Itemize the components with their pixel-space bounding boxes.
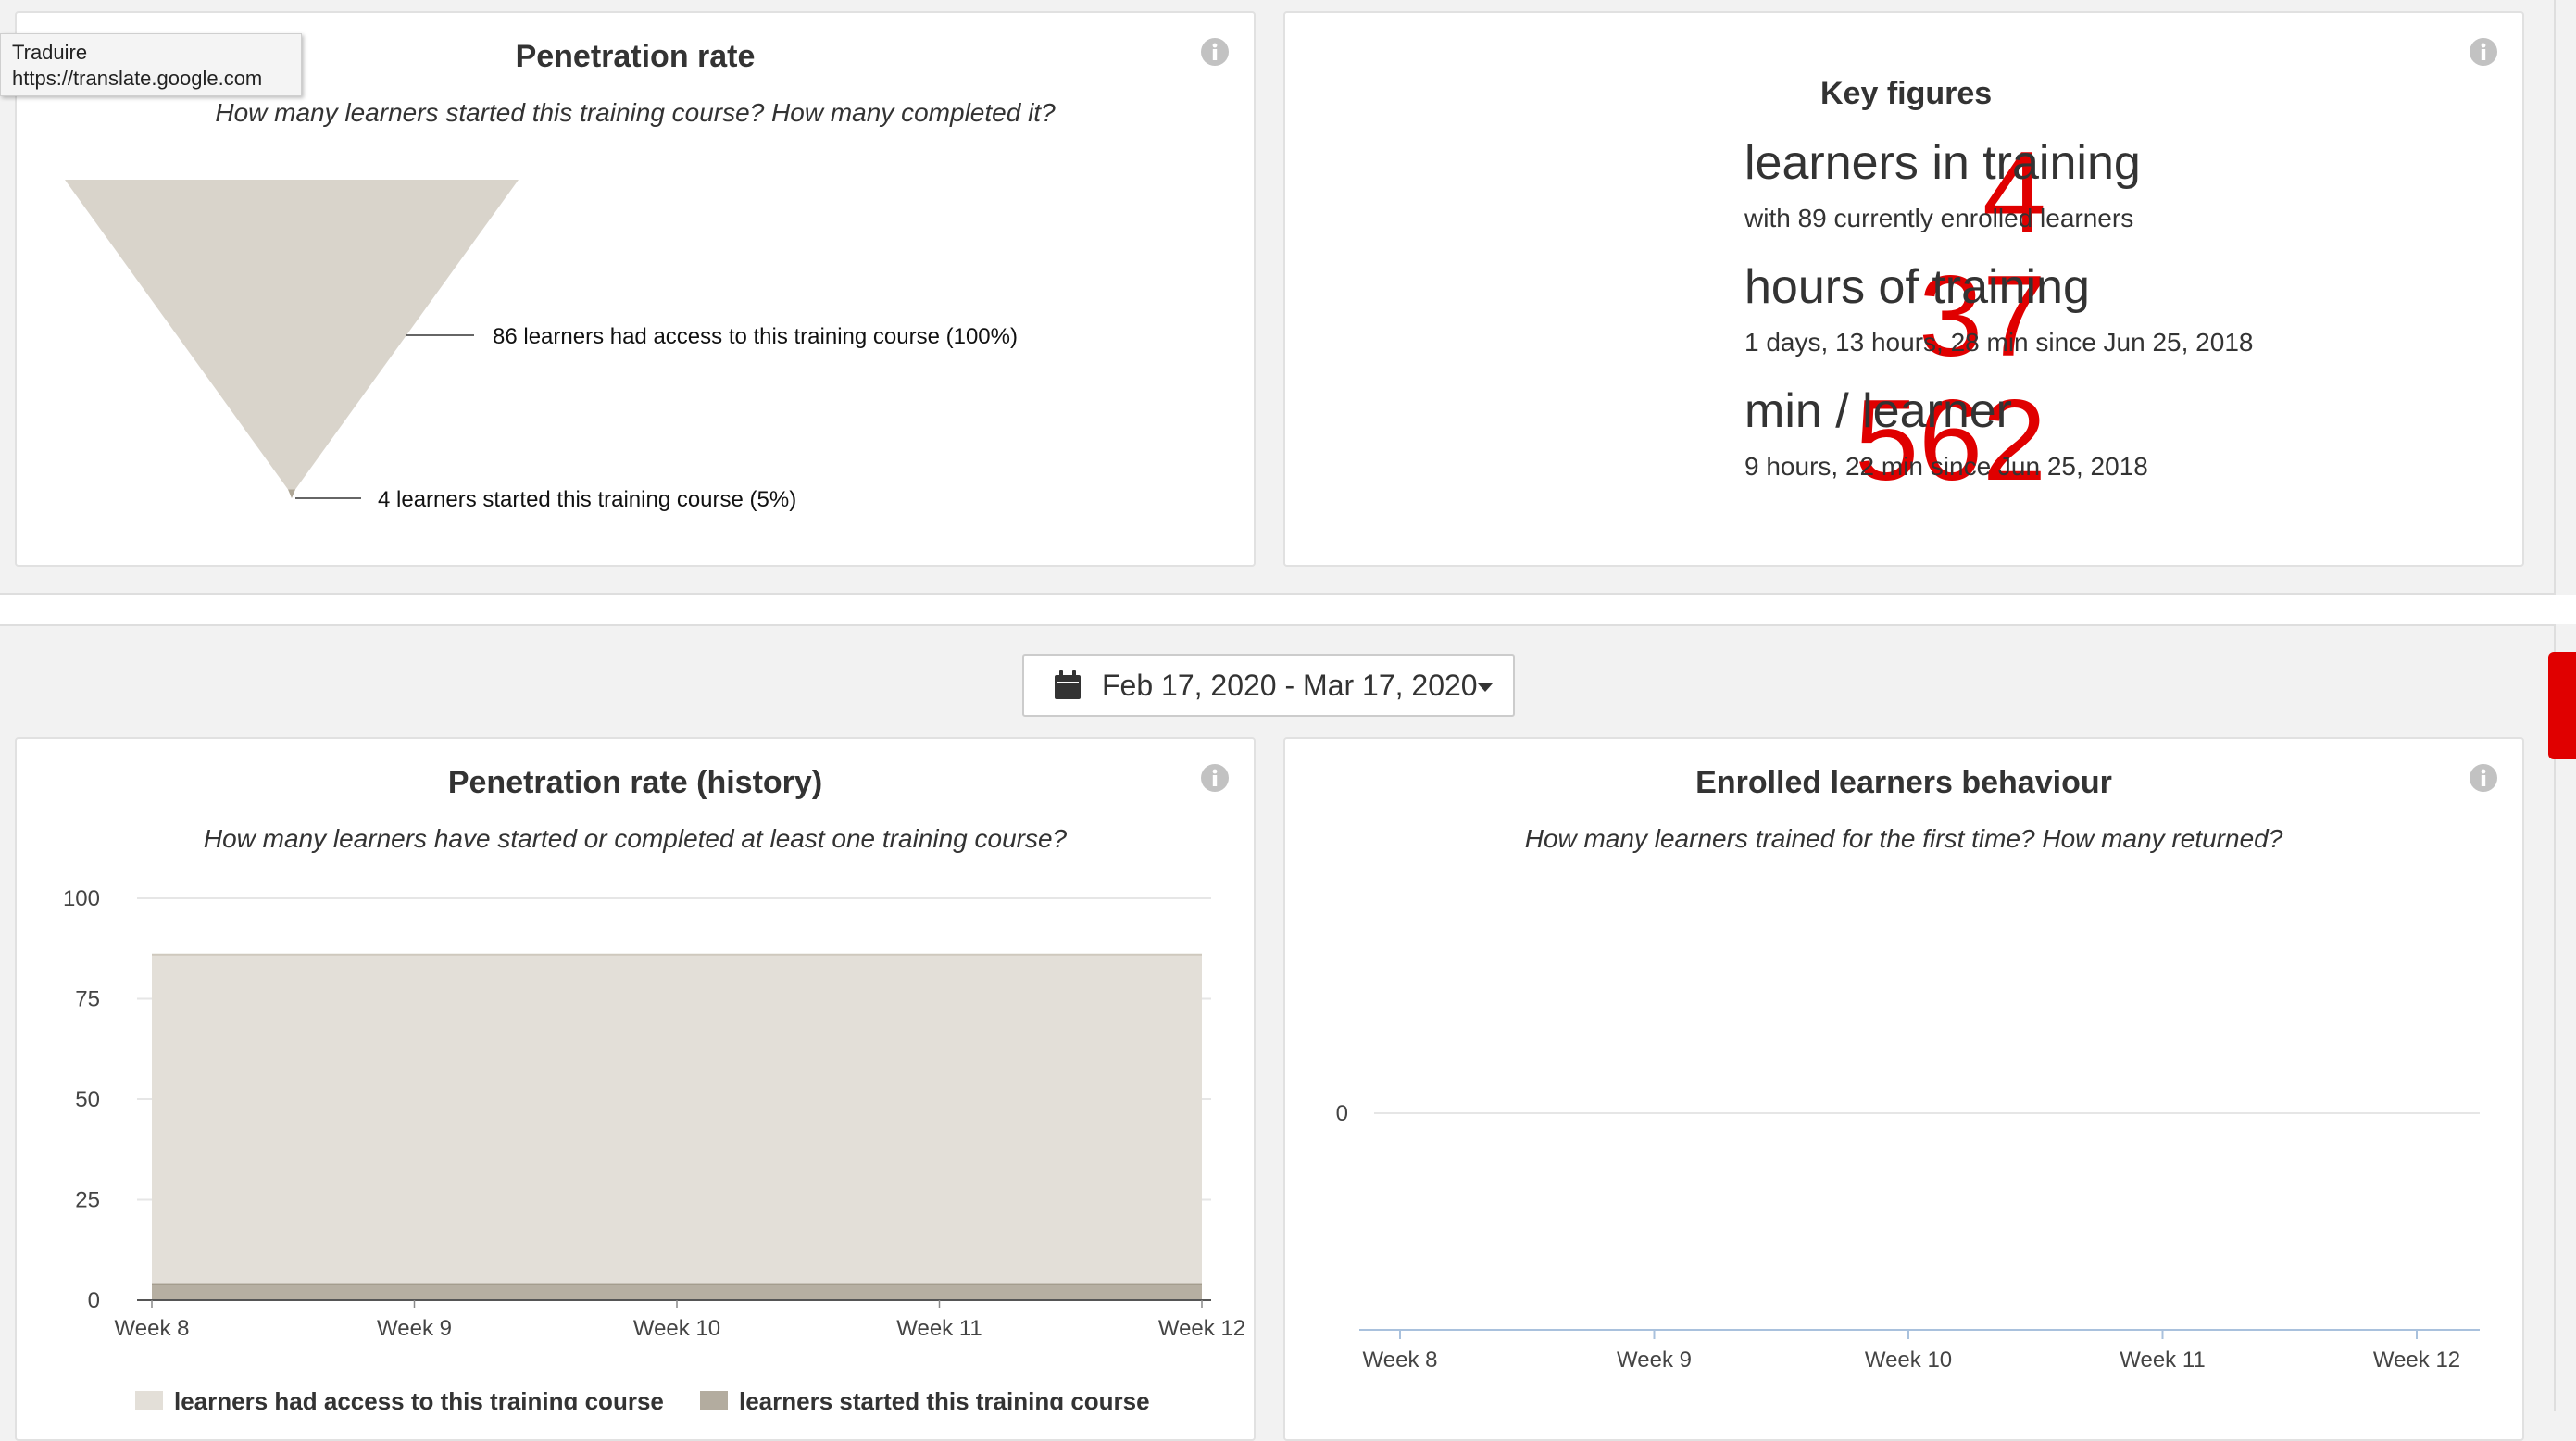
key-figure-label: min / learner: [1744, 384, 2012, 438]
key-figure-detail: 9 hours, 22 min since Jun 25, 2018: [1744, 452, 2148, 481]
x-tick-label: Week 12: [2373, 1347, 2460, 1372]
info-icon[interactable]: [1200, 37, 1230, 67]
x-tick-label: Week 9: [1617, 1347, 1692, 1372]
x-tick-label: Week 8: [115, 1316, 190, 1341]
date-range-picker[interactable]: Feb 17, 2020 - Mar 17, 2020: [1022, 654, 1515, 717]
area-series-2: [152, 1284, 1202, 1300]
card-subtitle: How many learners started this training …: [215, 98, 1056, 127]
feedback-tab[interactable]: [2548, 652, 2576, 759]
translate-tooltip: Traduire https://translate.google.com: [0, 33, 302, 96]
tooltip-url: https://translate.google.com: [12, 67, 263, 90]
y-tick-label: 25: [75, 1188, 100, 1213]
tooltip-title: Traduire: [12, 41, 88, 64]
funnel-stage-started: [288, 489, 295, 498]
x-tick-label: Week 8: [1363, 1347, 1438, 1372]
y-tick-label: 75: [75, 987, 100, 1012]
x-tick-label: Week 12: [1158, 1316, 1245, 1341]
key-figures-card: Key figures 4 learners in training with …: [1283, 11, 2524, 567]
legend-label: learners had access to this training cou…: [174, 1387, 664, 1410]
calendar-icon: [1055, 670, 1081, 699]
x-tick-label: Week 11: [896, 1316, 982, 1341]
penetration-history-card: Penetration rate (history) How many lear…: [15, 737, 1256, 1441]
y-tick-label: 100: [63, 886, 100, 911]
x-tick-label: Week 9: [377, 1316, 452, 1341]
x-tick-label: Week 10: [1865, 1347, 1952, 1372]
y-tick-label: 0: [88, 1288, 100, 1313]
funnel-stage-access: [65, 180, 519, 490]
date-range-label: Feb 17, 2020 - Mar 17, 2020: [1102, 669, 1478, 702]
key-figure-row-minutes: 562 min / learner 9 hours, 22 min since …: [1285, 13, 2522, 565]
funnel-label-started: 4 learners started this training course …: [378, 487, 796, 512]
section-gap: [0, 595, 2576, 624]
legend-swatch: [135, 1391, 163, 1410]
legend-swatch: [700, 1391, 728, 1410]
legend-label: learners started this training course: [739, 1387, 1150, 1410]
x-tick-label: Week 10: [633, 1316, 720, 1341]
area-series-1: [152, 954, 1202, 1300]
funnel-label-access: 86 learners had access to this training …: [493, 324, 1018, 349]
history-chart: 0 25 50 75 100 Week 8 Week 9 Week 10 Week 11 Week…: [63, 886, 1245, 1410]
funnel-chart: 86 learners had access to this training …: [65, 180, 1018, 512]
y-tick-label: 0: [1336, 1101, 1348, 1126]
chevron-down-icon: [1478, 683, 1493, 692]
behaviour-chart: 0 Week 8 Week 9 Week 10 Week 11 Week 12: [1336, 1101, 2480, 1372]
y-tick-label: 50: [75, 1087, 100, 1112]
x-tick-label: Week 11: [2120, 1347, 2206, 1372]
behaviour-card: Enrolled learners behaviour How many lea…: [1283, 737, 2524, 1441]
